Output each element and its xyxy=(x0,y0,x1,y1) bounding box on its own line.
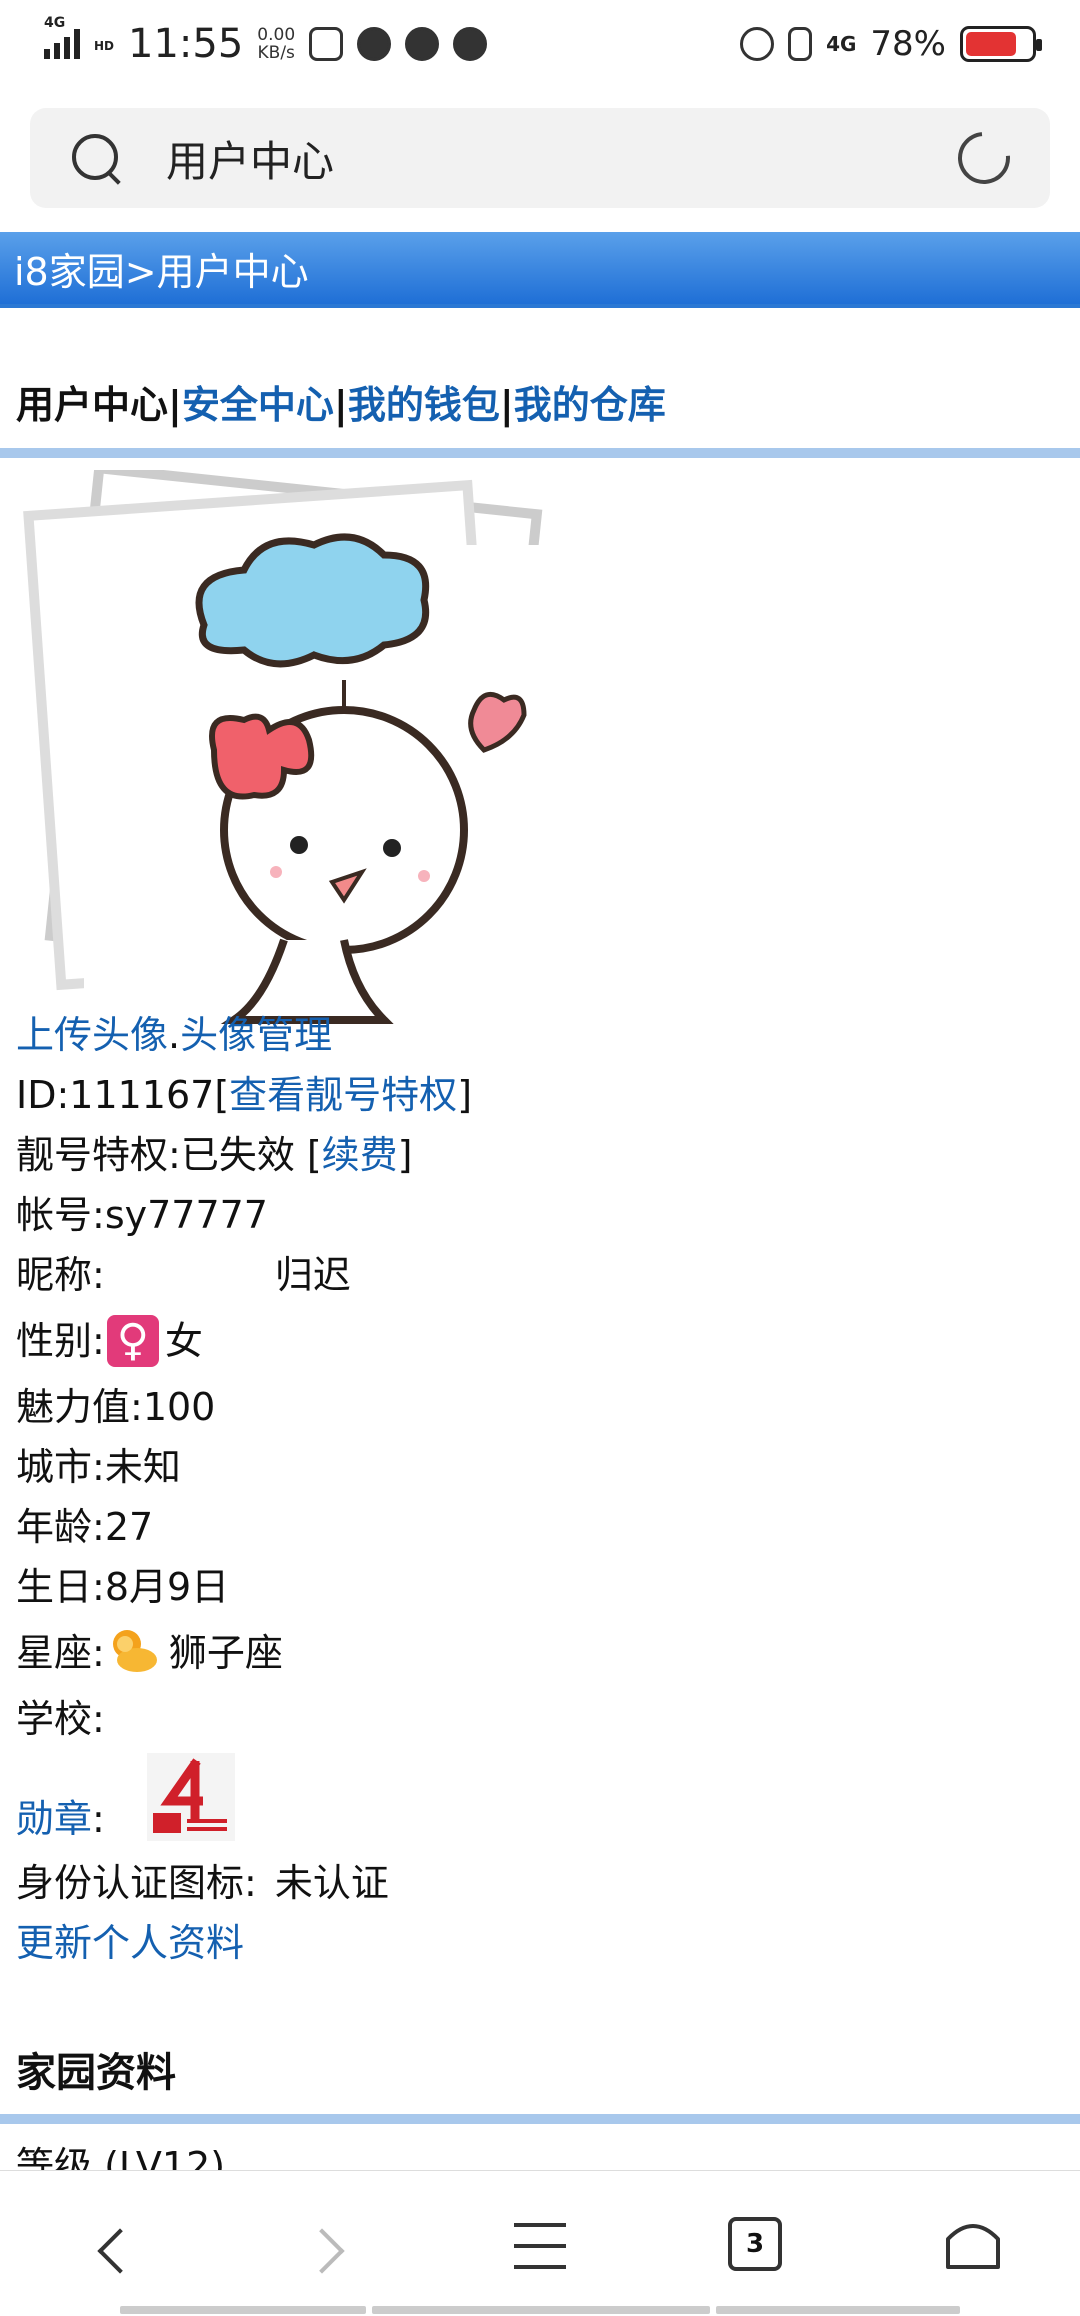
nickname-row: 昵称: 归迟 xyxy=(16,1245,1066,1305)
vibrate-icon xyxy=(788,27,813,61)
tabs-icon[interactable]: 3 xyxy=(728,2217,782,2271)
link-separator: . xyxy=(168,1013,181,1057)
birthday-label: 生日: xyxy=(16,1565,105,1609)
upload-avatar-link[interactable]: 上传头像 xyxy=(16,1005,168,1065)
divider xyxy=(0,448,1080,458)
charm-label: 魅力值: xyxy=(16,1385,143,1429)
id-value: 111167 xyxy=(69,1073,215,1117)
divider xyxy=(0,2114,1080,2124)
update-profile-link[interactable]: 更新个人资料 xyxy=(16,1913,244,1973)
gesture-bar xyxy=(120,2306,366,2314)
profile-info: 上传头像. 头像管理 ID: 111167[查看靓号特权] 靓号特权: 已失效[续费]… xyxy=(16,1005,1066,1973)
vip-status: 已失效 xyxy=(180,1133,295,1177)
age-row: 年龄: 27 xyxy=(16,1497,1066,1557)
school-row: 学校: xyxy=(16,1689,1066,1749)
bracket: ] xyxy=(397,1133,413,1177)
breadcrumb: i8家园>用户中心 xyxy=(0,232,1080,308)
status-bar: 4G HD 11:55 0.00 KB/s 4G 78% xyxy=(0,0,1080,88)
charm-row: 魅力值: 100 xyxy=(16,1377,1066,1437)
renew-link[interactable]: 续费 xyxy=(322,1125,398,1185)
tab-my-warehouse[interactable]: 我的仓库 xyxy=(514,383,666,427)
city-label: 城市: xyxy=(16,1445,105,1489)
mobile-data-label: 4G xyxy=(826,32,857,56)
signal-icon: 4G xyxy=(44,15,80,59)
nickname-label: 昵称: xyxy=(16,1253,105,1297)
gesture-bar xyxy=(372,2306,710,2314)
charm-value: 100 xyxy=(142,1385,216,1429)
account-label: 帐号: xyxy=(16,1193,105,1237)
zodiac-label: 星座: xyxy=(16,1631,105,1675)
city-value: 未知 xyxy=(104,1445,181,1489)
view-vip-id-link[interactable]: 查看靓号特权 xyxy=(229,1065,457,1125)
address-search-bar[interactable]: 用户中心 xyxy=(30,108,1050,208)
home-icon[interactable] xyxy=(942,2211,1004,2273)
id-row: ID: 111167[查看靓号特权] xyxy=(16,1065,1066,1125)
verify-row: 身份认证图标: 未认证 xyxy=(16,1853,1066,1913)
hd-label: HD xyxy=(94,39,115,53)
school-label: 学校: xyxy=(16,1697,105,1741)
birthday-value: 8月9日 xyxy=(104,1565,230,1609)
age-label: 年龄: xyxy=(16,1505,105,1549)
female-icon: ♀ xyxy=(106,1315,159,1367)
net-speed: 0.00 KB/s xyxy=(257,26,295,62)
gender-label: 性别: xyxy=(16,1319,105,1363)
medal-badge-icon[interactable] xyxy=(146,1753,235,1841)
leo-icon xyxy=(112,1630,157,1672)
tab-separator: | xyxy=(499,383,514,427)
bracket: ] xyxy=(457,1073,473,1117)
alarm-icon xyxy=(740,27,775,61)
medal-link[interactable]: 勋章 xyxy=(16,1789,92,1849)
search-icon xyxy=(70,132,122,184)
account-row: 帐号: sy77777 xyxy=(16,1185,1066,1245)
menu-icon[interactable] xyxy=(514,2223,566,2269)
battery-fill xyxy=(966,32,1016,56)
tab-separator: | xyxy=(333,383,348,427)
planet-icon xyxy=(405,27,440,61)
gesture-bar xyxy=(716,2306,960,2314)
id-label: ID: xyxy=(16,1073,70,1117)
forward-icon[interactable] xyxy=(299,2228,345,2274)
app-notify-icon xyxy=(453,27,488,61)
verify-value: 未认证 xyxy=(274,1861,389,1905)
wechat-icon xyxy=(357,27,392,61)
refresh-icon[interactable] xyxy=(947,121,1021,195)
medal-row: 勋章: xyxy=(16,1749,1066,1853)
tab-separator: | xyxy=(168,383,182,427)
verify-label: 身份认证图标: xyxy=(16,1861,257,1905)
manage-avatar-link[interactable]: 头像管理 xyxy=(180,1005,332,1065)
back-icon[interactable] xyxy=(97,2228,143,2274)
home-section-title: 家园资料 xyxy=(16,2050,176,2096)
zodiac-row: 星座: 狮子座 xyxy=(16,1617,1066,1689)
net-speed-unit: KB/s xyxy=(257,43,295,63)
tab-security-center[interactable]: 安全中心 xyxy=(182,383,334,427)
city-row: 城市: 未知 xyxy=(16,1437,1066,1497)
vip-row: 靓号特权: 已失效[续费] xyxy=(16,1125,1066,1185)
battery-percent: 78% xyxy=(870,24,946,64)
medal-colon: : xyxy=(92,1797,105,1841)
search-input[interactable]: 用户中心 xyxy=(166,128,958,189)
avatar-links: 上传头像. 头像管理 xyxy=(16,1005,1066,1065)
account-value: sy77777 xyxy=(104,1193,268,1237)
tab-my-wallet[interactable]: 我的钱包 xyxy=(348,383,500,427)
level-row: 等级 (LV12) xyxy=(16,2146,226,2170)
net-speed-value: 0.00 xyxy=(257,25,296,45)
gender-value: 女 xyxy=(164,1319,203,1363)
birthday-row: 生日: 8月9日 xyxy=(16,1557,1066,1617)
tab-user-center: 用户中心 xyxy=(16,383,169,427)
vip-label: 靓号特权: xyxy=(16,1133,181,1177)
zodiac-value: 狮子座 xyxy=(168,1631,283,1675)
battery-icon xyxy=(960,26,1042,62)
nickname-value: 归迟 xyxy=(274,1253,351,1297)
screenshot-icon xyxy=(309,27,344,61)
update-row: 更新个人资料 xyxy=(16,1913,1066,1973)
browser-bottom-nav: 3 xyxy=(0,2170,1080,2316)
bracket: [ xyxy=(306,1133,322,1177)
network-label: 4G xyxy=(44,15,66,31)
age-value: 27 xyxy=(104,1505,154,1549)
clock: 11:55 xyxy=(128,21,244,67)
top-tabs: 用户中心|安全中心|我的钱包|我的仓库 xyxy=(16,360,1066,450)
avatar xyxy=(23,470,604,1065)
gender-row: 性别: ♀ 女 xyxy=(16,1305,1066,1377)
bracket: [ xyxy=(214,1073,230,1117)
